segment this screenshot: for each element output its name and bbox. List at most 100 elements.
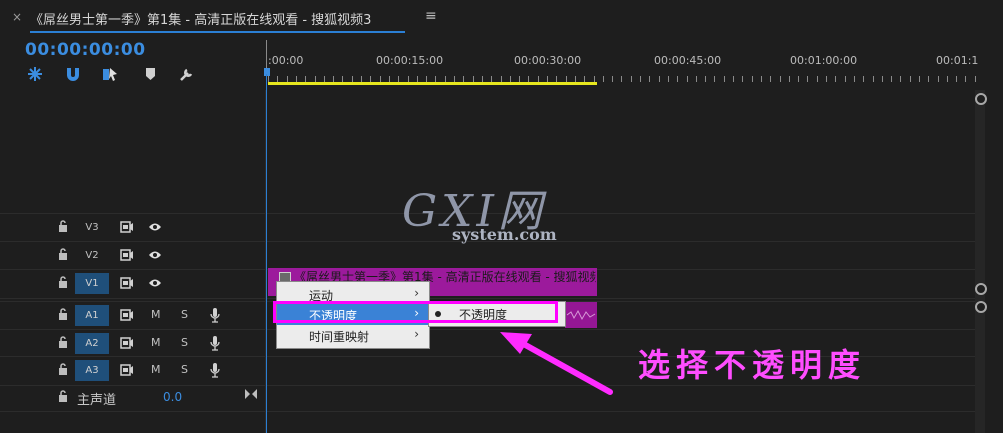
track-target-a1[interactable]: A1 (75, 305, 109, 326)
marker-icon[interactable] (142, 66, 160, 82)
ruler-label: 00:00:15:00 (376, 54, 444, 67)
lock-icon[interactable] (58, 390, 68, 402)
microphone-icon[interactable] (210, 362, 220, 378)
ruler-label: 00:00:45:00 (654, 54, 722, 67)
ruler-tick (752, 76, 753, 82)
mute-button[interactable]: M (151, 363, 161, 376)
ruler-tick (882, 76, 883, 82)
solo-button[interactable]: S (181, 363, 188, 376)
ruler-tick (724, 76, 725, 82)
master-volume-value[interactable]: 0.0 (163, 390, 182, 404)
video-track-header-v2[interactable]: V2 (0, 242, 265, 269)
ruler-tick (835, 76, 836, 82)
eye-icon[interactable] (148, 250, 162, 260)
eye-icon[interactable] (148, 222, 162, 232)
ruler-tick (789, 76, 790, 82)
ruler-tick (919, 76, 920, 82)
watermark-domain: system.com (452, 225, 557, 244)
ruler-tick (733, 76, 734, 82)
track-target-v3[interactable]: V3 (75, 217, 109, 238)
microphone-icon[interactable] (210, 307, 220, 323)
lock-icon[interactable] (58, 308, 68, 320)
close-tab-button[interactable]: × (12, 10, 22, 24)
lock-icon[interactable] (58, 363, 68, 375)
playhead-timecode[interactable]: 00:00:00:00 (25, 40, 146, 60)
playhead-top-line (266, 40, 267, 68)
master-track-label: 主声道 (77, 393, 117, 408)
ruler-tick (770, 76, 771, 82)
ripple-icon[interactable] (26, 66, 44, 82)
sync-lock-icon[interactable] (120, 309, 134, 321)
ruler-tick (891, 76, 892, 82)
sync-lock-icon[interactable] (120, 337, 134, 349)
ruler-tick (705, 76, 706, 82)
ruler-tick (900, 76, 901, 82)
ruler-tick (854, 76, 855, 82)
ruler-tick (938, 76, 939, 82)
track-separator (0, 411, 975, 412)
annotation-text: 选择不透明度 (638, 346, 867, 384)
annotation-arrow-icon (500, 332, 613, 395)
audio-track-header-a3[interactable]: A3 M S (0, 357, 265, 384)
ruler-tick (863, 76, 864, 82)
eye-icon[interactable] (148, 278, 162, 288)
ruler-tick (798, 76, 799, 82)
ruler-tick (947, 76, 948, 82)
title-bar: × 《屌丝男士第一季》第1集 - 高清正版在线观看 - 搜狐视频3 ≡ (0, 0, 1003, 34)
solo-button[interactable]: S (181, 336, 188, 349)
audio-track-header-a1[interactable]: A1 M S (0, 302, 265, 329)
vertical-scrollbar[interactable] (975, 90, 987, 433)
ruler-tick (742, 76, 743, 82)
video-track-area (0, 90, 265, 210)
video-track-header-v1[interactable]: V1 (0, 270, 265, 297)
panel-menu-icon[interactable]: ≡ (425, 8, 437, 24)
solo-button[interactable]: S (181, 308, 188, 321)
sync-lock-icon[interactable] (120, 221, 134, 233)
playhead-line (266, 74, 267, 433)
mute-button[interactable]: M (151, 336, 161, 349)
ruler-label: :00:00 (268, 54, 304, 67)
track-target-a3[interactable]: A3 (75, 360, 109, 381)
work-area-bar[interactable] (268, 82, 597, 85)
ruler-tick (780, 76, 781, 82)
ruler-tick (621, 76, 622, 82)
microphone-icon[interactable] (210, 335, 220, 351)
ruler-tick (631, 76, 632, 82)
ruler-tick (603, 76, 604, 82)
ruler-tick (761, 76, 762, 82)
video-track-header-v3[interactable]: V3 (0, 214, 265, 241)
ruler-tick (807, 76, 808, 82)
magnet-icon[interactable] (64, 66, 82, 82)
wrench-icon[interactable] (178, 66, 196, 82)
track-target-v2[interactable]: V2 (75, 245, 109, 266)
sync-lock-icon[interactable] (120, 364, 134, 376)
scroll-audio-knob[interactable] (975, 301, 987, 313)
go-to-end-icon[interactable] (244, 388, 258, 400)
lock-icon[interactable] (58, 276, 68, 288)
sync-lock-icon[interactable] (120, 277, 134, 289)
lock-icon[interactable] (58, 248, 68, 260)
time-ruler[interactable]: :00:00 00:00:15:00 00:00:30:00 00:00:45:00 0… (268, 40, 978, 86)
ruler-tick (910, 76, 911, 82)
scroll-mid-knob[interactable] (975, 283, 987, 295)
sync-lock-icon[interactable] (120, 249, 134, 261)
track-target-a2[interactable]: A2 (75, 333, 109, 354)
ruler-tick (687, 76, 688, 82)
lock-icon[interactable] (58, 220, 68, 232)
ruler-label: 00:01:1 (936, 54, 979, 67)
audio-track-header-a2[interactable]: A2 M S (0, 330, 265, 357)
track-target-v1[interactable]: V1 (75, 273, 109, 294)
ruler-tick (956, 76, 957, 82)
menu-item-time-remapping[interactable]: 时间重映射 › (277, 325, 429, 346)
ruler-tick (659, 76, 660, 82)
scroll-top-knob[interactable] (975, 93, 987, 105)
playhead-handle[interactable] (264, 68, 270, 76)
mute-button[interactable]: M (151, 308, 161, 321)
track-separator (0, 298, 975, 299)
lock-icon[interactable] (58, 336, 68, 348)
ruler-tick (668, 76, 669, 82)
ruler-tick (975, 76, 976, 82)
active-tab-indicator (30, 31, 405, 33)
window-title: 《屌丝男士第一季》第1集 - 高清正版在线观看 - 搜狐视频3 (30, 13, 372, 28)
linked-selection-icon[interactable] (101, 66, 119, 82)
